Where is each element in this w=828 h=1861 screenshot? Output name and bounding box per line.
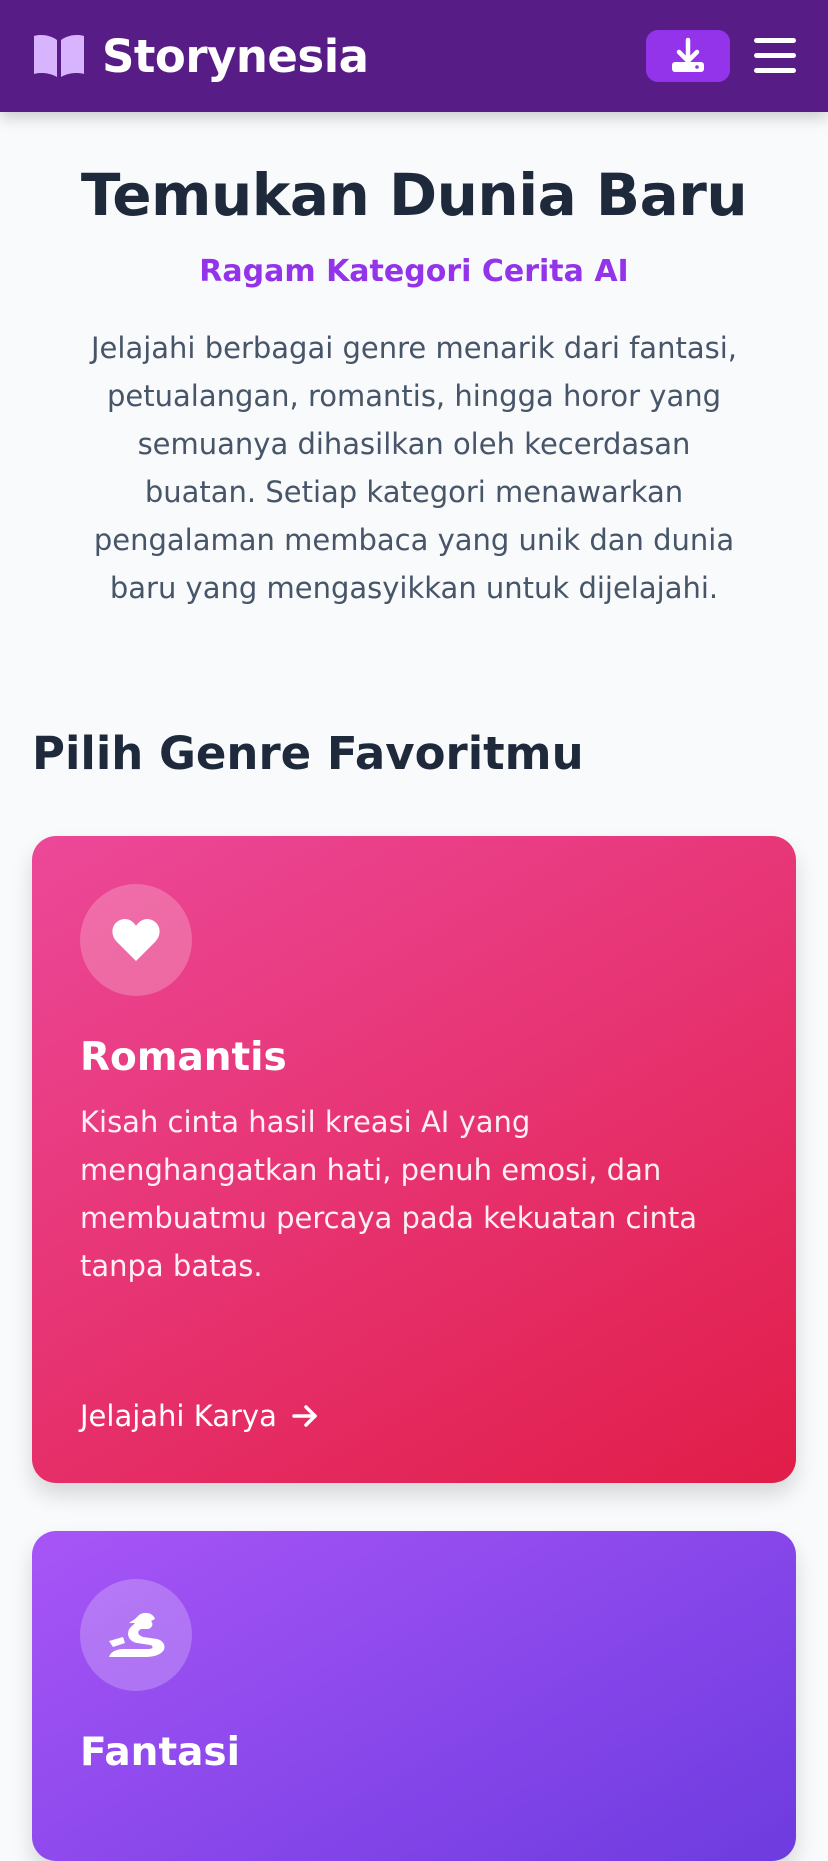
hamburger-menu-button[interactable] [754,36,796,76]
heart-icon [112,918,160,961]
hero-title: Temukan Dunia Baru [80,161,748,229]
download-icon [672,37,704,72]
genre-icon-badge [80,1579,192,1691]
open-book-icon [34,35,84,77]
download-app-button[interactable] [646,30,730,82]
genre-card-romantis[interactable]: Romantis Kisah cinta hasil kreasi AI yan… [32,836,796,1483]
top-navbar: Storynesia [0,0,828,112]
genre-title: Fantasi [80,1730,240,1775]
brand-name: Storynesia [102,29,369,83]
dragon-icon [109,1612,165,1657]
explore-link-label: Jelajahi Karya [80,1399,277,1433]
genre-title: Romantis [80,1035,287,1080]
genre-description: Kisah cinta hasil kreasi AI yang menghan… [80,1105,698,1283]
hero-subtitle: Ragam Kategori Cerita AI [199,254,629,289]
genre-icon-badge [80,884,192,996]
explore-romantis-link[interactable]: Jelajahi Karya [80,1394,319,1438]
hero-description: Jelajahi berbagai genre menarik dari fan… [91,331,737,605]
hamburger-menu-icon [754,38,796,73]
genre-card-fantasi[interactable]: Fantasi [32,1531,796,1861]
brand-logo-link[interactable]: Storynesia [32,24,369,88]
arrow-right-icon [292,1405,317,1427]
genre-section-heading: Pilih Genre Favoritmu [32,727,584,780]
